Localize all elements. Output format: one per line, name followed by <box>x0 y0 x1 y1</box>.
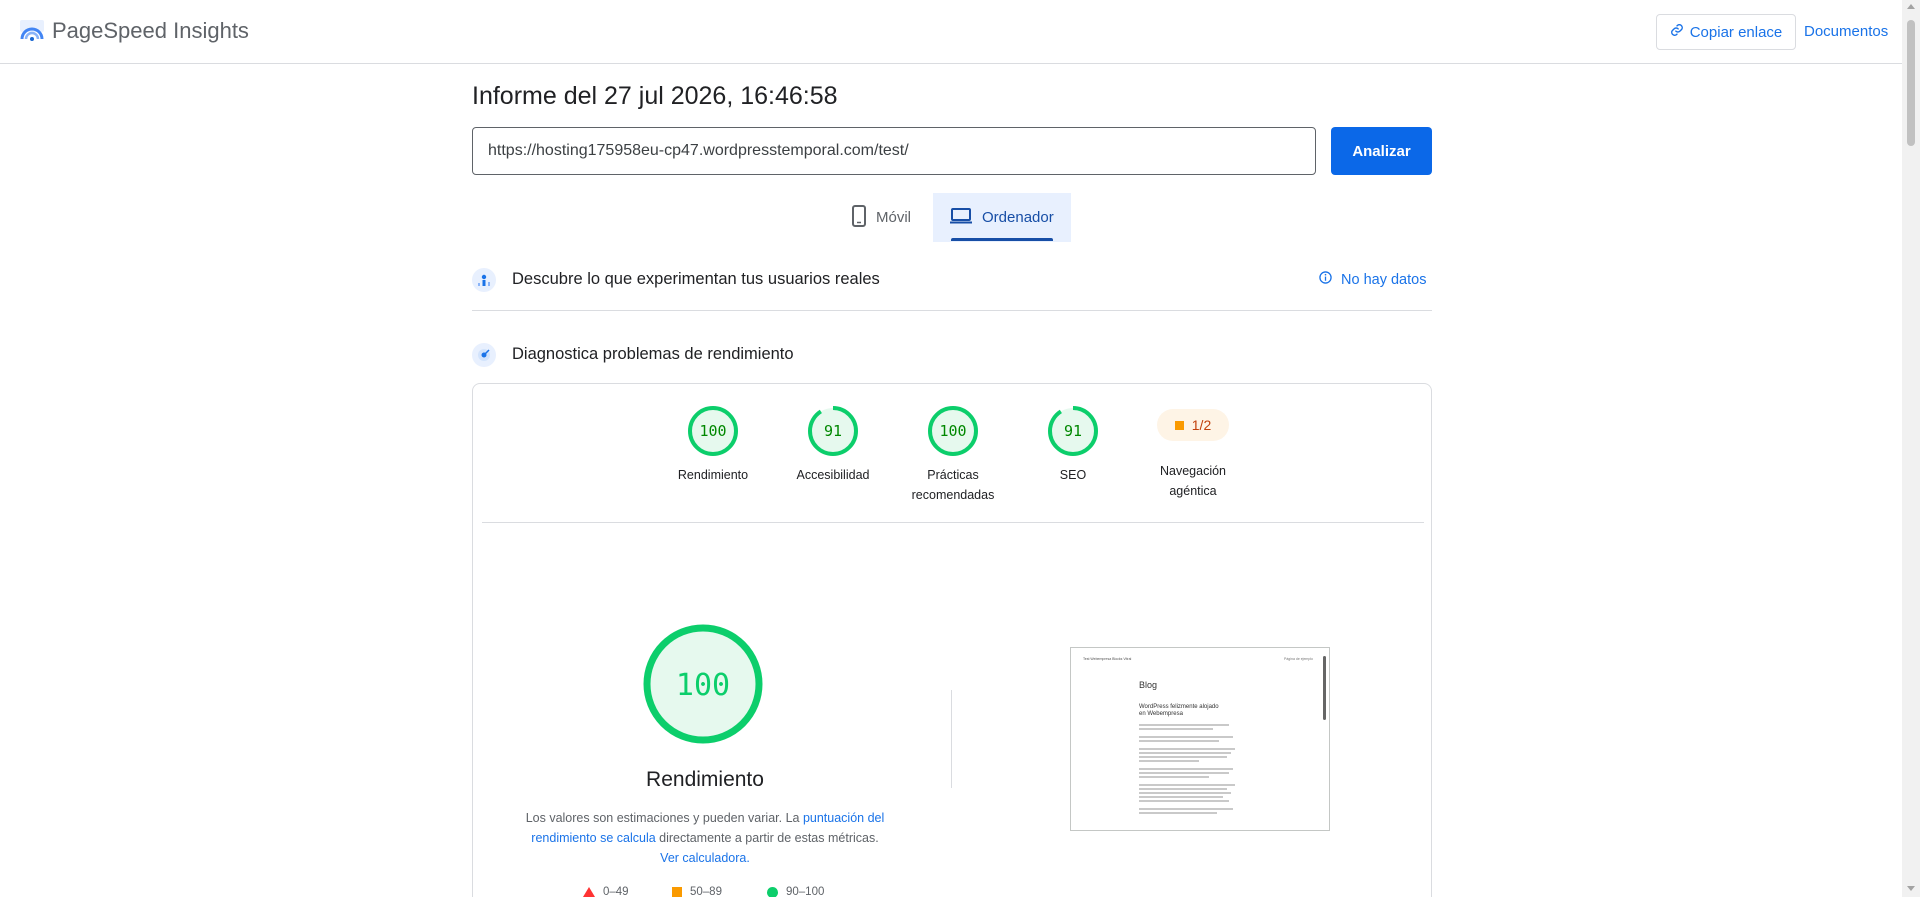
no-data-label: No hay datos <box>1341 271 1427 288</box>
gauge-seo[interactable]: 91 SEO <box>1018 405 1128 485</box>
phone-icon <box>852 204 866 231</box>
app-title[interactable]: PageSpeed Insights <box>52 18 249 44</box>
thumb-text-line <box>1139 796 1223 798</box>
gauge-best-practices[interactable]: 100 Prácticas recomendadas <box>898 405 1008 505</box>
card-divider <box>482 522 1424 523</box>
thumb-text-line <box>1139 736 1233 738</box>
top-bar: PageSpeed Insights Copiar enlace Documen… <box>0 0 1902 64</box>
thumb-text-line <box>1139 800 1229 802</box>
gauge-ring: 100 <box>688 406 738 456</box>
thumb-text-line <box>1139 808 1233 810</box>
gauge-score: 100 <box>939 422 966 440</box>
gauge-ring: 100 <box>928 406 978 456</box>
thumb-text-line <box>1139 752 1231 754</box>
legend-fail: 0–49 <box>583 886 629 897</box>
scroll-down-arrow-icon[interactable] <box>1907 886 1915 891</box>
gauge-agentic-navigation[interactable]: 1/2 Navegación agéntica <box>1138 405 1248 501</box>
gauge-performance[interactable]: 100 Rendimiento <box>658 405 768 485</box>
gauge-ring: 91 <box>1048 406 1098 456</box>
lab-data-icon <box>472 343 496 367</box>
tab-desktop[interactable]: Ordenador <box>933 193 1071 242</box>
vertical-separator <box>951 690 952 788</box>
thumb-text-line <box>1139 792 1231 794</box>
performance-title: Rendimiento <box>646 768 764 791</box>
legend-average: 50–89 <box>672 886 722 897</box>
gauge-accessibility[interactable]: 91 Accesibilidad <box>778 405 888 485</box>
users-data-icon <box>472 268 496 292</box>
tab-mobile-label: Móvil <box>876 209 912 226</box>
gauge-label: Navegación agéntica <box>1159 464 1226 498</box>
thumb-text-line <box>1139 724 1229 726</box>
average-square-icon <box>672 887 682 897</box>
tab-desktop-label: Ordenador <box>982 209 1054 226</box>
thumb-site-header: Test Webempresa Blocks Vitral <box>1083 657 1132 661</box>
info-icon <box>1319 271 1332 288</box>
fraction-badge: 1/2 <box>1157 409 1229 441</box>
fail-triangle-icon <box>583 887 595 897</box>
thumb-text-line <box>1139 760 1199 762</box>
crux-section-title: Descubre lo que experimentan tus usuario… <box>512 270 880 288</box>
legend-pass: 90–100 <box>767 886 824 897</box>
docs-link[interactable]: Documentos <box>1804 23 1888 40</box>
active-tab-indicator <box>951 238 1053 241</box>
gauge-score: 91 <box>1064 422 1082 440</box>
gauge-label: Rendimiento <box>677 468 749 482</box>
thumb-post-title: WordPress felizmente alojado en Webempre… <box>1139 704 1219 717</box>
copy-link-label: Copiar enlace <box>1689 23 1783 41</box>
gauge-score: 100 <box>699 422 726 440</box>
legend-fail-label: 0–49 <box>603 886 629 897</box>
thumb-header-link: Página de ejemplo <box>1284 657 1313 661</box>
gauge-score: 91 <box>824 422 842 440</box>
gauge-ring: 91 <box>808 406 858 456</box>
thumb-text-line <box>1139 748 1235 750</box>
section-divider <box>472 310 1432 311</box>
gauge-label: Prácticas recomendadas <box>911 468 995 502</box>
thumb-text-line <box>1139 812 1217 814</box>
analyze-button[interactable]: Analizar <box>1331 127 1432 175</box>
gauge-label: SEO <box>1059 468 1087 482</box>
pass-circle-icon <box>767 886 778 897</box>
desc-text: Los valores son estimaciones y pueden va… <box>525 811 803 825</box>
thumb-text-line <box>1139 784 1235 786</box>
performance-score: 100 <box>676 668 730 703</box>
scroll-up-arrow-icon[interactable] <box>1907 4 1915 9</box>
url-input[interactable] <box>472 127 1316 175</box>
report-title: Informe del 27 jul 2026, 16:46:58 <box>472 82 838 110</box>
performance-gauge: 100 <box>643 624 763 744</box>
thumb-blog-title: Blog <box>1139 680 1158 690</box>
tab-mobile[interactable]: Móvil <box>846 193 934 242</box>
thumb-text-line <box>1139 788 1227 790</box>
thumb-text-line <box>1139 768 1233 770</box>
legend-pass-label: 90–100 <box>786 886 825 897</box>
legend-average-label: 50–89 <box>690 886 722 897</box>
thumb-text-line <box>1139 740 1219 742</box>
no-data-link[interactable]: No hay datos <box>1319 271 1426 288</box>
thumb-text-line <box>1139 728 1213 730</box>
final-screenshot[interactable]: Test Webempresa Blocks Vitral Página de … <box>1070 647 1330 831</box>
calculator-link[interactable]: Ver calculadora. <box>660 851 750 865</box>
diagnostics-section-title: Diagnostica problemas de rendimiento <box>512 345 794 363</box>
thumb-text-line <box>1139 776 1209 778</box>
scroll-thumb[interactable] <box>1907 20 1915 146</box>
laptop-icon <box>950 207 972 228</box>
thumb-text-line <box>1139 772 1229 774</box>
thumb-text-line <box>1139 756 1227 758</box>
performance-description: Los valores son estimaciones y pueden va… <box>524 808 886 868</box>
link-icon <box>1670 23 1684 41</box>
pagespeed-logo-icon[interactable] <box>19 19 45 45</box>
average-square-icon <box>1174 420 1184 430</box>
copy-link-button[interactable]: Copiar enlace <box>1656 14 1796 50</box>
page-scrollbar[interactable] <box>1902 0 1920 897</box>
fraction-value: 1/2 <box>1191 417 1212 433</box>
desc-text: directamente a partir de estas métricas. <box>655 831 879 845</box>
thumb-scrollbar <box>1323 656 1326 720</box>
gauge-label: Accesibilidad <box>796 468 870 482</box>
